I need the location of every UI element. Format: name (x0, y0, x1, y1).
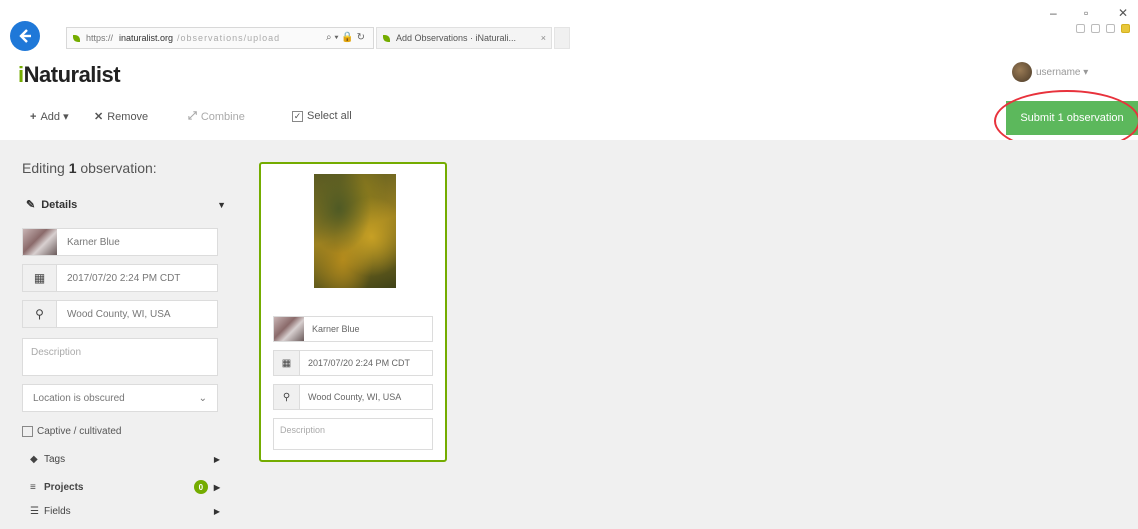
calendar-icon: ▦ (23, 265, 57, 291)
taxon-thumbnail (23, 229, 57, 255)
map-marker-icon: ⚲ (274, 385, 300, 409)
address-controls[interactable]: ⌕ ▾ 🔒 ↻ (326, 32, 365, 43)
caret-right-icon: ▶ (213, 455, 220, 464)
datetime-value: 2017/07/20 2:24 PM CDT (67, 272, 181, 284)
projects-label: Projects (44, 481, 84, 493)
fields-label: Fields (44, 506, 71, 517)
card-location-value: Wood County, WI, USA (308, 392, 402, 402)
description-field[interactable]: Description (22, 338, 218, 376)
location-field[interactable]: ⚲ Wood County, WI, USA (22, 300, 218, 328)
url-domain: inaturalist.org (119, 33, 174, 43)
editing-count: 1 (68, 160, 77, 176)
browser-chrome: https:// inaturalist.org /observations/u… (0, 0, 1138, 54)
combine-button[interactable]: ⤢ Combine (188, 110, 245, 123)
details-label: Details (41, 198, 78, 211)
back-arrow-icon (19, 29, 31, 43)
geoprivacy-value: Location is obscured (33, 392, 125, 404)
card-taxon-value: Karner Blue (312, 324, 360, 334)
captive-checkbox[interactable] (22, 426, 33, 437)
select-all-checkbox[interactable]: ✓ (292, 110, 303, 122)
user-menu[interactable]: username ▾ (1012, 62, 1088, 82)
fields-section[interactable]: ☰ Fields ▶ (30, 506, 220, 517)
inaturalist-logo[interactable]: iNaturalist (18, 62, 121, 88)
restore-button[interactable]: ▫ (1084, 6, 1088, 20)
editing-title: Editing 1 observation: (22, 160, 157, 176)
card-description-placeholder: Description (280, 425, 326, 435)
observation-card[interactable]: Karner Blue ▦ 2017/07/20 2:24 PM CDT ⚲ W… (259, 162, 447, 462)
captive-label: Captive / cultivated (37, 426, 122, 437)
settings-icon[interactable] (1106, 24, 1115, 33)
chevron-down-icon: ⌄ (198, 392, 207, 404)
user-name: username ▾ (1036, 66, 1089, 78)
back-button[interactable] (10, 21, 40, 51)
batch-edit-sidebar: Editing 1 observation: ✎ Details ▼ Karne… (0, 140, 240, 529)
logo-text: Naturalist (23, 62, 121, 87)
card-taxon-thumbnail (274, 317, 304, 341)
select-all-label: Select all (307, 110, 352, 122)
caret-right-icon: ▶ (213, 507, 220, 516)
projects-section[interactable]: ≡ Projects 0 ▶ (30, 480, 220, 494)
details-section-header[interactable]: ✎ Details ▼ (26, 198, 226, 212)
location-value: Wood County, WI, USA (67, 308, 171, 320)
home-icon[interactable] (1076, 24, 1085, 33)
taxon-value: Karner Blue (67, 236, 120, 248)
plus-icon: + (30, 110, 37, 123)
calendar-icon: ▦ (274, 351, 300, 375)
datetime-field[interactable]: ▦ 2017/07/20 2:24 PM CDT (22, 264, 218, 292)
site-favicon-icon (73, 34, 80, 42)
remove-button[interactable]: ✕ Remove (94, 110, 149, 124)
card-datetime-value: 2017/07/20 2:24 PM CDT (308, 358, 411, 368)
tab-close-icon[interactable]: × (541, 33, 546, 43)
geoprivacy-select[interactable]: Location is obscured ⌄ (22, 384, 218, 412)
select-all-toggle[interactable]: ✓ Select all (292, 110, 352, 122)
add-button[interactable]: + Add ▾ (30, 110, 69, 124)
add-label: Add ▾ (40, 111, 69, 123)
editing-prefix: Editing (22, 160, 65, 176)
combine-icon: ⤢ (188, 110, 197, 122)
minimize-button[interactable]: – (1050, 6, 1057, 20)
fields-icon: ☰ (30, 506, 39, 517)
user-avatar (1012, 62, 1032, 82)
url-scheme: https:// (86, 33, 114, 43)
map-marker-icon: ⚲ (23, 301, 57, 327)
tags-section[interactable]: ◆ Tags ▶ (30, 454, 220, 465)
extension-icon[interactable] (1121, 24, 1130, 33)
description-placeholder: Description (31, 347, 82, 358)
card-location-field[interactable]: ⚲ Wood County, WI, USA (273, 384, 433, 410)
tab-favicon-icon (383, 34, 390, 42)
editing-suffix: observation: (80, 160, 157, 176)
tag-icon: ◆ (30, 454, 38, 465)
url-path: /observations/upload (177, 33, 281, 43)
card-datetime-field[interactable]: ▦ 2017/07/20 2:24 PM CDT (273, 350, 433, 376)
browser-tab[interactable]: Add Observations · iNaturali... × (376, 27, 552, 49)
submit-observations-button[interactable]: Submit 1 observation (1006, 101, 1138, 135)
pencil-icon: ✎ (26, 199, 36, 211)
remove-label: Remove (107, 110, 149, 123)
captive-toggle[interactable]: Captive / cultivated (22, 426, 122, 437)
address-bar[interactable]: https:// inaturalist.org /observations/u… (66, 27, 374, 49)
card-description-field[interactable]: Description (273, 418, 433, 450)
tab-title: Add Observations · iNaturali... (396, 33, 517, 43)
upload-toolbar: + Add ▾ ✕ Remove ⤢ Combine ✓ Select all (0, 100, 1138, 136)
taxon-field[interactable]: Karner Blue (22, 228, 218, 256)
favorites-icon[interactable] (1091, 24, 1100, 33)
card-taxon-field[interactable]: Karner Blue (273, 316, 433, 342)
tags-label: Tags (44, 454, 66, 465)
close-window-button[interactable]: ✕ (1118, 6, 1128, 20)
caret-right-icon: ▶ (213, 482, 220, 492)
new-tab-button[interactable] (554, 27, 570, 49)
projects-count-badge: 0 (193, 480, 208, 494)
combine-label: Combine (200, 110, 245, 123)
observation-photo[interactable] (314, 174, 396, 288)
browser-toolbar-icons (1076, 24, 1130, 33)
caret-down-icon: ▼ (217, 199, 226, 210)
x-icon: ✕ (94, 111, 104, 123)
projects-icon: ≡ (30, 481, 36, 493)
